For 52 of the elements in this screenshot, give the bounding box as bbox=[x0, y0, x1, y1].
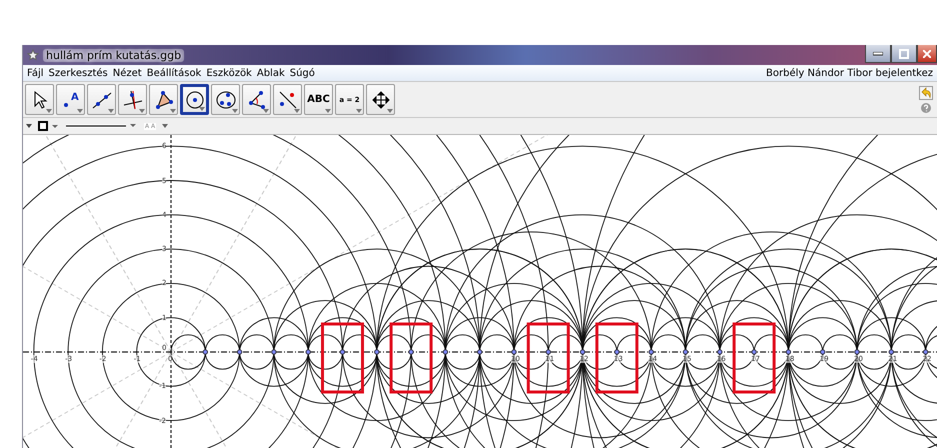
minimize-icon bbox=[873, 52, 883, 56]
line-icon bbox=[92, 90, 112, 110]
dropdown-triangle-icon bbox=[108, 109, 114, 113]
dropdown-triangle-icon[interactable] bbox=[162, 124, 168, 128]
menu-item[interactable]: Eszközök bbox=[206, 68, 252, 78]
dropdown-triangle-icon bbox=[77, 109, 83, 113]
menu-item[interactable]: Súgó bbox=[290, 68, 315, 78]
menu-item[interactable]: Ablak bbox=[256, 68, 285, 78]
line-color-square-icon[interactable] bbox=[38, 121, 60, 131]
collapse-triangle-icon[interactable] bbox=[26, 124, 32, 128]
tool-button[interactable] bbox=[242, 84, 271, 115]
dropdown-triangle-icon bbox=[199, 107, 205, 111]
triangle-icon bbox=[154, 90, 174, 110]
tool-button[interactable] bbox=[273, 84, 302, 115]
dropdown-triangle-icon bbox=[263, 109, 269, 113]
perpendicular-line-icon bbox=[122, 90, 142, 110]
dropdown-triangle-icon bbox=[139, 109, 145, 113]
tool-button[interactable]: ABC bbox=[304, 84, 333, 115]
dropdown-triangle-icon bbox=[356, 109, 362, 113]
tool-button[interactable] bbox=[149, 84, 178, 115]
tool-button[interactable] bbox=[87, 84, 116, 115]
close-button[interactable] bbox=[917, 45, 937, 63]
star-icon bbox=[27, 49, 39, 61]
tool-button[interactable]: A bbox=[56, 84, 85, 115]
maximize-button[interactable] bbox=[891, 45, 917, 63]
menu-item[interactable]: Nézet bbox=[112, 68, 142, 78]
dropdown-triangle-icon bbox=[46, 109, 52, 113]
move-arrows-icon bbox=[370, 90, 390, 110]
dropdown-triangle-icon bbox=[325, 109, 331, 113]
reflect-line-icon bbox=[278, 90, 298, 110]
tool-button[interactable] bbox=[118, 84, 147, 115]
user-login-label: Borbély Nándor Tibor bejelentkez bbox=[766, 68, 933, 78]
dropdown-triangle-icon bbox=[294, 109, 300, 113]
menu-item[interactable]: Beállítások bbox=[146, 68, 202, 78]
help-icon[interactable] bbox=[921, 103, 931, 113]
maximize-icon bbox=[899, 48, 909, 58]
minimize-button[interactable] bbox=[865, 45, 891, 63]
tool-button[interactable] bbox=[25, 84, 54, 115]
dropdown-triangle-icon bbox=[170, 109, 176, 113]
circle-icon bbox=[184, 90, 204, 110]
menu-item[interactable]: Szerkesztés bbox=[48, 68, 108, 78]
tool-button[interactable] bbox=[366, 84, 395, 115]
undo-icon[interactable] bbox=[919, 86, 933, 100]
tool-button[interactable] bbox=[211, 84, 240, 115]
ellipse-icon bbox=[216, 90, 236, 110]
angle-icon bbox=[246, 90, 266, 110]
tool-button[interactable] bbox=[180, 84, 209, 115]
menu-item[interactable]: Fájl bbox=[27, 68, 44, 78]
close-icon bbox=[923, 50, 931, 58]
dropdown-triangle-icon bbox=[232, 109, 238, 113]
line-style-icon[interactable] bbox=[66, 123, 138, 129]
dropdown-triangle-icon bbox=[387, 109, 393, 113]
